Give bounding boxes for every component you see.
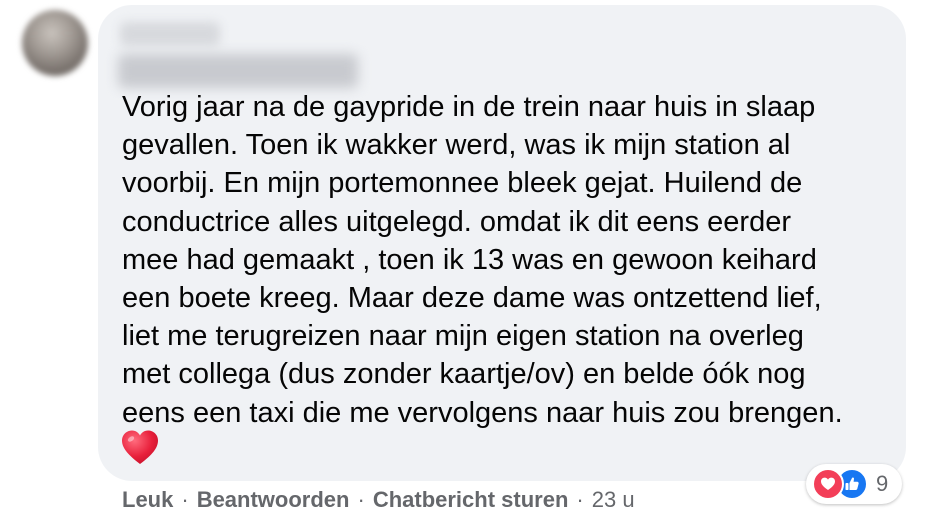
comment-line: Vorig jaar na de gaypride in de trein na… xyxy=(122,91,816,123)
comment-actions: Leuk · Beantwoorden · Chatbericht sturen · 23 … xyxy=(122,483,635,517)
comment-line: voorbij. En mijn portemonnee bleek gejat… xyxy=(122,167,803,200)
comment-line: met collega (dus zonder kaartje/ov) en b… xyxy=(122,358,806,391)
author-name-blurred[interactable] xyxy=(118,54,358,88)
comment-line: conductrice alles uitgelegd. omdat ik di… xyxy=(122,205,791,238)
reactions-summary[interactable]: 9 xyxy=(806,464,903,504)
separator: · xyxy=(357,487,365,512)
comment-line: mee had gemaakt , toen ik 13 was en gewo… xyxy=(122,243,817,276)
comment-container: Vorig jaar na de gaypride in de trein na… xyxy=(0,0,930,528)
love-icon xyxy=(812,468,844,500)
author-badge-blurred xyxy=(120,22,220,46)
reply-link[interactable]: Beantwoorden xyxy=(197,487,350,512)
timestamp-link[interactable]: 23 u xyxy=(592,487,635,512)
comment-line: eens een taxi die me vervolgens naar hui… xyxy=(122,396,843,429)
heart-emoji-icon xyxy=(122,430,158,464)
avatar[interactable] xyxy=(22,10,88,76)
separator: · xyxy=(576,487,584,512)
comment-text: Vorig jaar na de gaypride in de trein na… xyxy=(122,88,892,432)
like-link[interactable]: Leuk xyxy=(122,487,173,512)
comment-line: een boete kreeg. Maar deze dame was ontz… xyxy=(122,282,822,315)
reaction-count: 9 xyxy=(876,471,889,496)
comment-line: gevallen. Toen ik wakker werd, was ik mi… xyxy=(122,129,791,162)
separator: · xyxy=(181,487,189,512)
comment-line: liet me terugreizen naar mijn eigen stat… xyxy=(122,320,804,353)
send-message-link[interactable]: Chatbericht sturen xyxy=(373,487,569,512)
